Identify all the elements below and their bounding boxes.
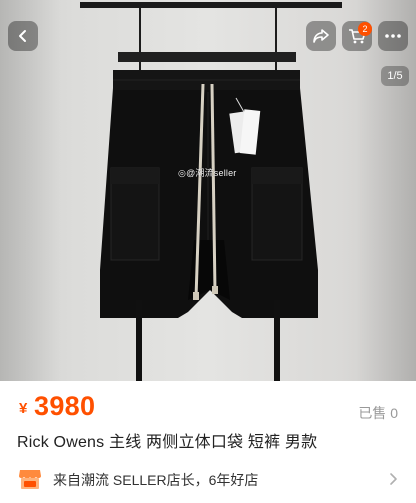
product-image-gallery[interactable]: ◎@潮流seller [0, 0, 416, 381]
image-page-indicator: 1/5 [381, 66, 409, 86]
weibo-icon: ◎ [178, 168, 187, 178]
share-button[interactable] [306, 21, 336, 51]
strap-right [274, 300, 280, 381]
sold-count: 已售 0 [358, 405, 398, 421]
more-button[interactable] [378, 21, 408, 51]
cart-badge: 2 [358, 22, 372, 36]
hanger-rod [80, 2, 342, 8]
share-icon [313, 29, 329, 43]
hanger-bar [118, 52, 296, 62]
chevron-right-icon [390, 473, 397, 485]
currency-symbol: ¥ [19, 400, 28, 417]
shop-icon [19, 470, 41, 489]
price-row: ¥ 3980 已售 0 [0, 389, 416, 429]
store-label: 来自潮流 SELLER店长，6年好店 [53, 472, 259, 488]
product-photo [80, 2, 342, 381]
photo-watermark: ◎@潮流seller [178, 166, 237, 179]
watermark-text: @潮流seller [186, 168, 237, 178]
product-price: 3980 [34, 391, 96, 421]
store-entry[interactable]: 来自潮流 SELLER店长，6年好店 [0, 460, 416, 503]
more-dots-icon [385, 34, 401, 38]
product-title: Rick Owens 主线 两侧立体口袋 短裤 男款 [17, 434, 318, 451]
chevron-left-icon [19, 30, 26, 42]
strap-left [136, 300, 142, 381]
back-button[interactable] [8, 21, 38, 51]
